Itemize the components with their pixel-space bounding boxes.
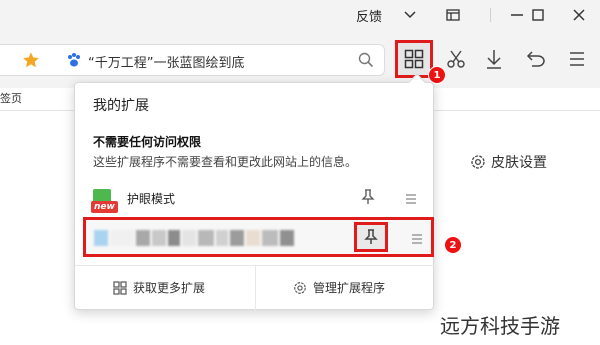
close-icon[interactable]	[564, 0, 594, 30]
maximize-icon[interactable]	[523, 0, 553, 30]
download-icon[interactable]	[482, 47, 506, 71]
extension-item-blurred[interactable]	[83, 217, 434, 257]
pin-button-highlighted[interactable]	[354, 222, 388, 252]
chevron-down-icon[interactable]	[395, 0, 425, 30]
bookmark-label[interactable]: 签页	[0, 90, 22, 106]
titlebar-separator	[490, 8, 491, 22]
watermark: 远方科技手游	[440, 314, 560, 338]
pin-icon	[364, 229, 378, 244]
extension-name: 护眼模式	[127, 192, 176, 206]
address-bar[interactable]: “千万工程”一张蓝图绘到底	[0, 44, 385, 76]
skin-settings-link[interactable]: 皮肤设置	[470, 152, 547, 172]
window-titlebar: 反馈	[0, 0, 600, 30]
drag-handle-icon[interactable]	[411, 230, 423, 249]
search-icon[interactable]	[358, 52, 374, 72]
popup-description: 这些扩展程序不需要查看和更改此网站上的信息。	[93, 155, 358, 169]
manage-label: 管理扩展程序	[313, 281, 386, 295]
feedback-button[interactable]: 反馈	[356, 6, 382, 25]
popup-subtitle: 不需要任何访问权限	[93, 135, 202, 149]
star-icon[interactable]	[22, 51, 40, 73]
extensions-grid-icon	[113, 280, 127, 295]
blurred-extension-name	[94, 230, 294, 246]
address-text[interactable]: “千万工程”一张蓝图绘到底	[88, 52, 244, 71]
menu-icon[interactable]	[565, 47, 589, 71]
browser-toolbar: “千万工程”一张蓝图绘到底	[0, 30, 600, 88]
window-layout-icon[interactable]	[438, 0, 468, 30]
extensions-grid-icon	[404, 49, 424, 69]
get-more-extensions-button[interactable]: 获取更多扩展	[113, 279, 205, 296]
undo-icon[interactable]	[524, 47, 548, 71]
extension-item-eye-care[interactable]: new 护眼模式	[75, 183, 435, 215]
skin-settings-label: 皮肤设置	[491, 155, 547, 171]
extensions-popup: 我的扩展 不需要任何访问权限 这些扩展程序不需要查看和更改此网站上的信息。 ne…	[74, 73, 435, 312]
gear-icon	[294, 281, 306, 294]
popup-title: 我的扩展	[93, 98, 149, 114]
popup-footer: 获取更多扩展 管理扩展程序	[75, 265, 435, 312]
pin-icon[interactable]	[361, 189, 375, 209]
footer-divider	[255, 266, 256, 312]
get-more-label: 获取更多扩展	[133, 281, 206, 295]
step-badge-2: 2	[444, 236, 462, 254]
manage-extensions-button[interactable]: 管理扩展程序	[293, 279, 385, 296]
gear-icon	[471, 155, 485, 169]
baidu-paw-icon	[66, 52, 82, 72]
new-tag: new	[91, 201, 118, 213]
scissors-icon[interactable]	[444, 47, 468, 71]
drag-handle-icon[interactable]	[405, 190, 417, 209]
